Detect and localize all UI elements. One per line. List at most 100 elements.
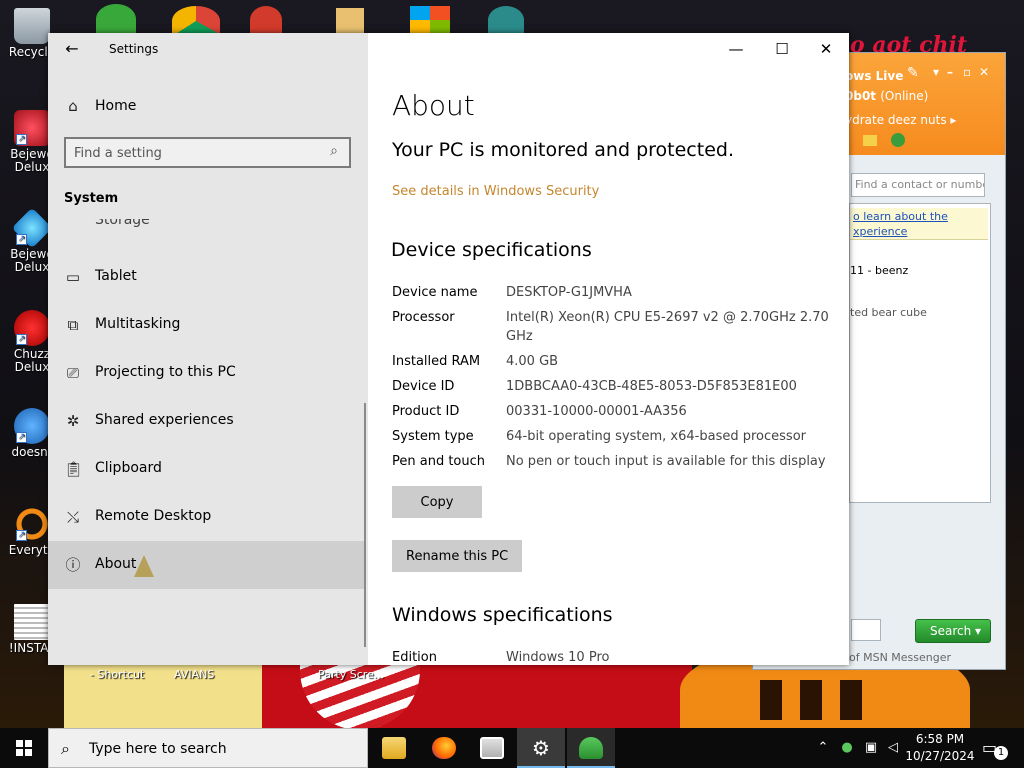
msn-minimize-icon[interactable]: –	[947, 65, 953, 79]
clipboard-icon: 📋︎	[64, 460, 84, 478]
taskbar-firefox[interactable]	[420, 728, 468, 768]
search-icon: ⌕	[61, 739, 70, 758]
nav-item-shared-experiences[interactable]: ✲ Shared experiences	[48, 397, 364, 445]
msn-buddy-icon[interactable]	[891, 133, 905, 147]
info-icon: ⓘ	[65, 556, 81, 574]
taskbar-msn-messenger[interactable]	[567, 728, 615, 768]
nav-item-multitasking[interactable]: ⧉ Multitasking	[48, 301, 364, 349]
back-arrow-icon[interactable]: ←	[62, 39, 82, 59]
desktop-label[interactable]: - Shortcut	[90, 668, 144, 681]
msn-user[interactable]: 0b0t (Online)	[845, 89, 928, 103]
shortcut-arrow-icon: ↗	[16, 530, 27, 541]
msn-tray-icon[interactable]: ●	[838, 740, 856, 756]
minimize-icon[interactable]: —	[713, 33, 759, 65]
msn-title: ows Live	[845, 69, 904, 83]
nav-item-storage-partial[interactable]: Storage	[95, 219, 150, 229]
nav-item-about[interactable]: ⓘ About	[48, 541, 364, 589]
about-content-pane: — ☐ ✕ About Your PC is monitored and pro…	[368, 33, 849, 665]
spec-label: System type	[392, 429, 474, 444]
msn-personal-message[interactable]: ydrate deez nuts ▸	[845, 113, 956, 127]
taskbar-search-text: Type here to search	[89, 741, 227, 757]
windows-security-link[interactable]: See details in Windows Security	[392, 184, 599, 199]
msn-username: 0b0t	[845, 89, 877, 103]
spec-value: 4.00 GB	[506, 354, 559, 369]
office-icon[interactable]	[410, 6, 450, 34]
msn-contact-list: o learn about the xperience 11 - beenz t…	[849, 203, 991, 503]
multitasking-icon: ⧉	[67, 316, 79, 334]
taskbar-search-box[interactable]: ⌕ Type here to search	[48, 728, 368, 768]
msn-maximize-icon[interactable]: ▫	[963, 65, 971, 79]
settings-nav-pane: ← Settings ⌂ Home ⌕ System Storage ▭ Tab…	[48, 33, 368, 665]
chrome-icon[interactable]	[172, 6, 220, 36]
spec-value: Intel(R) Xeon(R) CPU E5-2697 v2 @ 2.70GH…	[506, 310, 829, 344]
taskbar-clock[interactable]: 6:58 PM 10/27/2024	[904, 731, 976, 765]
device-specs-heading: Device specifications	[391, 239, 592, 261]
nav-item-label: Remote Desktop	[95, 508, 212, 524]
msn-info-link[interactable]: o learn about the	[853, 209, 985, 224]
taskbar-settings[interactable]: ⚙	[517, 728, 565, 768]
spec-value: Windows 10 Pro	[506, 650, 610, 665]
windows-specs-heading: Windows specifications	[392, 604, 613, 626]
desktop-icon-label: doesnt	[11, 445, 53, 459]
chevron-right-icon: ▸	[950, 113, 957, 127]
msn-menu-icon[interactable]: ▾	[933, 65, 939, 79]
mail-icon[interactable]	[863, 135, 877, 146]
msn-status: (Online)	[880, 89, 929, 103]
spec-value: 00331-10000-00001-AA356	[506, 404, 687, 419]
msn-info-link[interactable]: xperience	[853, 224, 985, 239]
character-icon[interactable]	[488, 6, 524, 34]
find-setting-box[interactable]: ⌕	[64, 137, 351, 168]
msn-footer: of MSN Messenger	[849, 651, 952, 664]
windows-logo-icon	[16, 740, 32, 756]
shortcut-arrow-icon: ↗	[16, 432, 27, 443]
nav-item-projecting[interactable]: ⎚ Projecting to this PC	[48, 349, 364, 397]
tablet-icon: ▭	[65, 268, 81, 286]
taskbar-file-explorer[interactable]	[370, 728, 418, 768]
copy-button[interactable]: Copy	[392, 486, 482, 518]
spec-label: Device ID	[392, 379, 455, 394]
settings-window[interactable]: ← Settings ⌂ Home ⌕ System Storage ▭ Tab…	[48, 33, 849, 665]
nav-home[interactable]: ⌂ Home	[48, 86, 368, 126]
network-icon[interactable]: ▣	[862, 740, 880, 756]
clock-date: 10/27/2024	[905, 749, 975, 763]
msn-people-icon[interactable]	[96, 4, 136, 34]
desktop-label[interactable]: Party Scre...	[318, 668, 384, 681]
app-icon[interactable]	[250, 6, 282, 34]
chevron-up-icon[interactable]: ⌃	[814, 740, 832, 756]
spec-label: Installed RAM	[392, 354, 481, 369]
document-icon	[14, 604, 50, 640]
msn-web-search-input[interactable]	[851, 619, 881, 641]
winrar-icon[interactable]	[336, 8, 364, 34]
search-icon[interactable]: ⌕	[325, 143, 343, 161]
home-icon: ⌂	[68, 97, 78, 115]
page-title: About	[392, 89, 475, 122]
taskbar-app-window[interactable]	[468, 728, 516, 768]
nav-item-label: Clipboard	[95, 460, 162, 476]
nav-scrollbar[interactable]	[364, 403, 366, 647]
maximize-icon[interactable]: ☐	[759, 33, 805, 65]
speaker-icon[interactable]: ◁	[884, 740, 902, 756]
clock-time: 6:58 PM	[915, 732, 965, 746]
msn-contact[interactable]: 11 - beenz	[850, 264, 908, 277]
desktop-icon-label: Chuzz Delux	[13, 347, 51, 374]
window-icon	[480, 737, 504, 759]
msn-info-banner[interactable]: o learn about the xperience	[850, 208, 988, 240]
spec-label: Edition	[392, 650, 437, 665]
msn-search-button[interactable]: Search ▾	[915, 619, 991, 643]
shortcut-arrow-icon: ↗	[16, 334, 27, 345]
rename-pc-button[interactable]: Rename this PC	[392, 540, 523, 572]
nav-item-tablet[interactable]: ▭ Tablet	[48, 253, 364, 301]
msn-contact[interactable]: ted bear cube	[850, 306, 927, 319]
msn-close-icon[interactable]: ✕	[979, 65, 989, 79]
find-setting-input[interactable]	[74, 144, 314, 162]
nav-item-remote-desktop[interactable]: ⤯ Remote Desktop	[48, 493, 364, 541]
desktop-label[interactable]: AVIANS	[174, 668, 214, 681]
spec-value: No pen or touch input is available for t…	[506, 454, 826, 469]
shared-experiences-icon: ✲	[66, 412, 80, 430]
msn-search-input[interactable]: Find a contact or numbe	[851, 173, 985, 197]
spec-label: Pen and touch	[392, 454, 486, 469]
close-icon[interactable]: ✕	[803, 33, 849, 65]
start-button[interactable]	[0, 728, 48, 768]
nav-item-clipboard[interactable]: 📋︎ Clipboard	[48, 445, 364, 493]
msn-paint-icon[interactable]: ✎	[907, 65, 919, 81]
